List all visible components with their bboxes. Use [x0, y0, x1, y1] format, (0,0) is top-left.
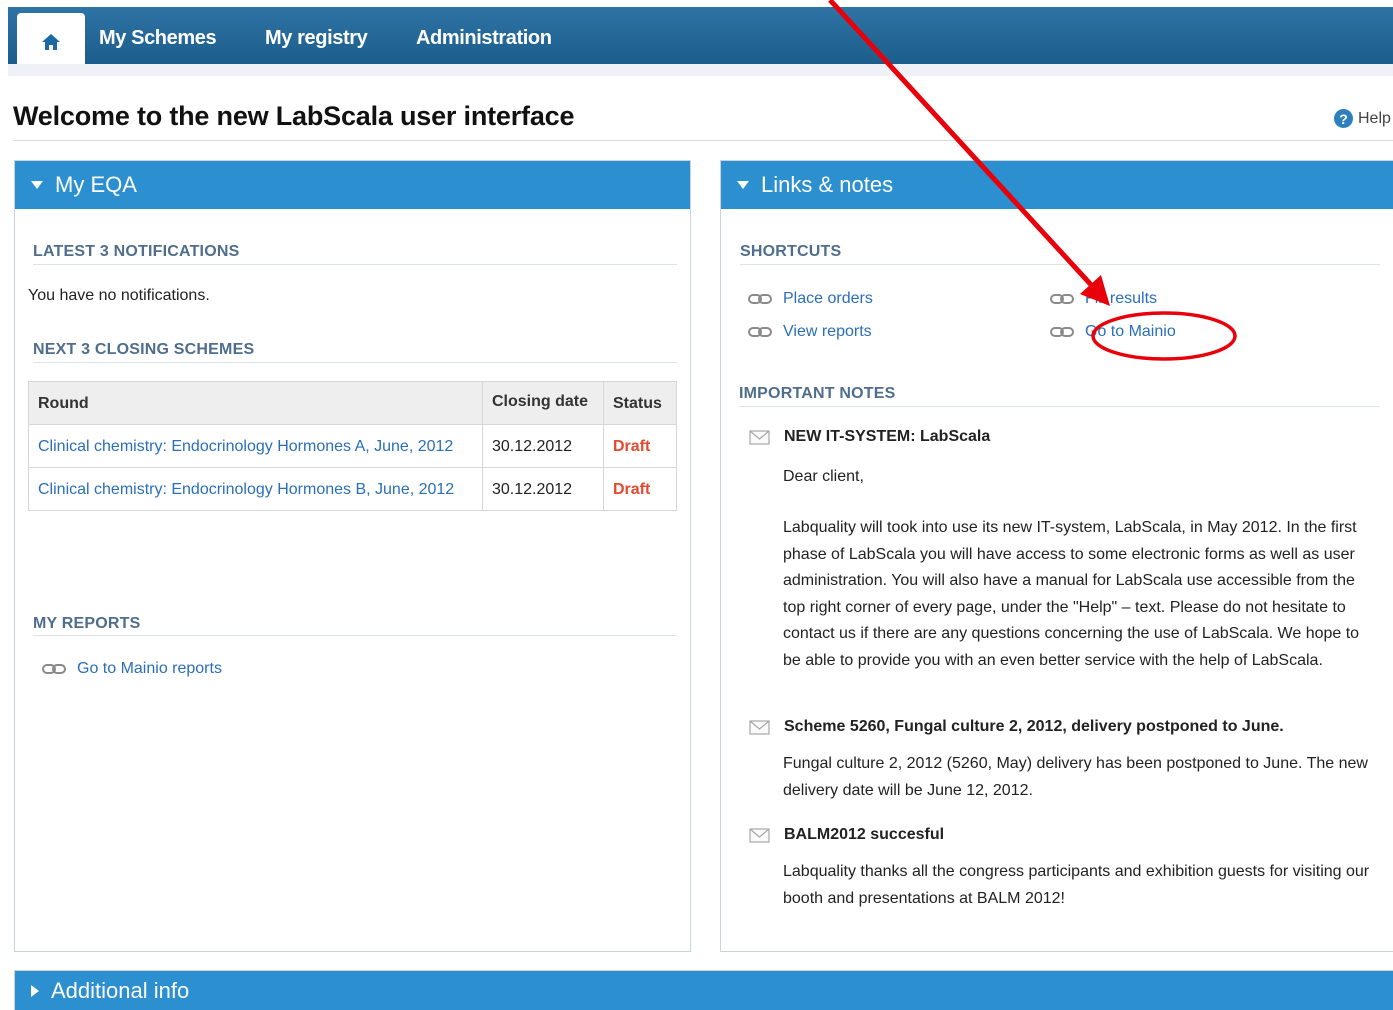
note-title-text: NEW IT-SYSTEM: LabScala [784, 428, 991, 445]
round-cell: Clinical chemistry: Endocrinology Hormon… [28, 424, 483, 468]
nav-my-registry[interactable]: My registry [265, 27, 368, 50]
expand-triangle-icon [31, 985, 39, 997]
nav-administration[interactable]: Administration [416, 27, 552, 50]
round-link[interactable]: Clinical chemistry: Endocrinology Hormon… [38, 481, 454, 498]
help-link[interactable]: ? Help [1334, 109, 1391, 128]
status-cell: Draft [603, 424, 677, 468]
my-eqa-panel: My EQA LATEST 3 NOTIFICATIONS You have n… [14, 160, 691, 952]
fill-results-label: Fill results [1085, 290, 1158, 307]
collapse-triangle-icon [31, 181, 43, 189]
link-icon [42, 664, 66, 674]
closing-schemes-table: Round Closing date Status Clinical chemi… [28, 381, 677, 511]
link-icon [748, 294, 772, 304]
additional-info-panel: Additional info [14, 970, 1393, 1010]
section-divider [740, 264, 1380, 265]
my-eqa-header[interactable]: My EQA [15, 161, 690, 209]
notifications-text: You have no notifications. [28, 287, 210, 304]
note-title-text: BALM2012 succesful [784, 826, 945, 843]
note-greeting: Dear client, [783, 468, 864, 485]
section-divider [33, 362, 677, 363]
go-to-mainio-link[interactable]: Go to Mainio [1050, 323, 1176, 341]
title-divider [13, 140, 1393, 141]
mainio-reports-label: Go to Mainio reports [77, 660, 222, 677]
notifications-title: LATEST 3 NOTIFICATIONS [33, 243, 240, 260]
help-label: Help [1358, 109, 1391, 127]
round-link[interactable]: Clinical chemistry: Endocrinology Hormon… [38, 438, 453, 455]
note-title: NEW IT-SYSTEM: LabScala [749, 428, 990, 446]
envelope-icon [749, 719, 770, 735]
link-icon [1050, 327, 1074, 337]
additional-info-title: Additional info [51, 978, 190, 1003]
go-to-mainio-label: Go to Mainio [1085, 323, 1176, 340]
links-notes-header[interactable]: Links & notes [721, 161, 1393, 209]
view-reports-link[interactable]: View reports [748, 323, 872, 341]
closing-schemes-title: NEXT 3 CLOSING SCHEMES [33, 341, 255, 358]
note-body: Labquality thanks all the congress parti… [783, 863, 1370, 907]
nav-shadow-strip [8, 64, 1393, 76]
section-divider [33, 264, 677, 265]
note-body: Labquality will took into use its new IT… [783, 519, 1360, 669]
note-title-text: Scheme 5260, Fungal culture 2, 2012, del… [784, 718, 1284, 735]
table-row: Clinical chemistry: Endocrinology Hormon… [28, 424, 677, 468]
question-icon: ? [1334, 109, 1353, 128]
table-header-row: Round Closing date Status [28, 381, 677, 425]
note-body: Fungal culture 2, 2012 (5260, May) deliv… [783, 755, 1368, 799]
page-title: Welcome to the new LabScala user interfa… [13, 101, 575, 131]
envelope-icon [749, 429, 770, 445]
section-divider [739, 406, 1380, 407]
column-header-round: Round [28, 381, 483, 425]
note-title: BALM2012 succesful [749, 826, 944, 844]
place-orders-link[interactable]: Place orders [748, 290, 873, 308]
view-reports-label: View reports [783, 323, 872, 340]
shortcuts-title: SHORTCUTS [740, 243, 842, 260]
section-divider [33, 635, 677, 636]
closing-date-cell: 30.12.2012 [482, 467, 604, 511]
my-reports-title: MY REPORTS [33, 615, 141, 632]
status-cell: Draft [603, 467, 677, 511]
column-header-closing-date: Closing date [482, 381, 604, 425]
top-navigation: My Schemes My registry Administration [8, 7, 1393, 71]
fill-results-link[interactable]: Fill results [1050, 290, 1157, 308]
round-cell: Clinical chemistry: Endocrinology Hormon… [28, 467, 483, 511]
collapse-triangle-icon [737, 181, 749, 189]
link-icon [1050, 294, 1074, 304]
envelope-icon [749, 827, 770, 843]
closing-date-cell: 30.12.2012 [482, 424, 604, 468]
important-notes-title: IMPORTANT NOTES [739, 385, 896, 402]
links-notes-title: Links & notes [761, 172, 894, 197]
column-header-status: Status [603, 381, 677, 425]
links-notes-panel: Links & notes SHORTCUTS Place orders Vie… [720, 160, 1393, 952]
my-eqa-title: My EQA [55, 172, 137, 197]
note-title: Scheme 5260, Fungal culture 2, 2012, del… [749, 718, 1284, 736]
additional-info-header[interactable]: Additional info [15, 971, 1393, 1010]
nav-my-schemes[interactable]: My Schemes [99, 27, 217, 50]
mainio-reports-link[interactable]: Go to Mainio reports [42, 660, 222, 678]
home-icon [42, 34, 60, 50]
table-row: Clinical chemistry: Endocrinology Hormon… [28, 467, 677, 511]
place-orders-label: Place orders [783, 290, 873, 307]
link-icon [748, 327, 772, 337]
home-tab[interactable] [17, 13, 85, 71]
